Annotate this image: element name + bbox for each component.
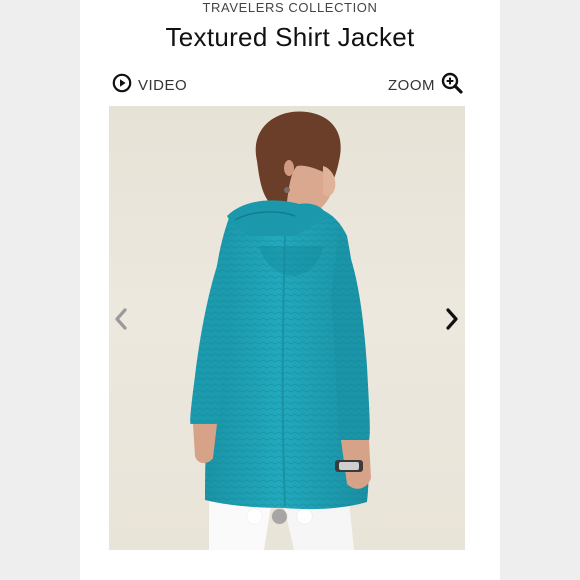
product-image[interactable] bbox=[109, 106, 465, 550]
carousel-dot[interactable] bbox=[247, 509, 262, 524]
carousel-dot-active[interactable] bbox=[272, 509, 287, 524]
previous-image-button[interactable] bbox=[110, 306, 132, 336]
chevron-left-icon bbox=[113, 307, 129, 336]
collection-label: TRAVELERS COLLECTION bbox=[202, 0, 378, 15]
zoom-label: ZOOM bbox=[388, 76, 435, 94]
chevron-right-icon bbox=[444, 307, 460, 336]
carousel-dot[interactable] bbox=[297, 509, 312, 524]
product-card: TRAVELERS COLLECTION Textured Shirt Jack… bbox=[80, 0, 500, 580]
next-image-button[interactable] bbox=[441, 306, 463, 336]
video-label: VIDEO bbox=[138, 76, 188, 94]
zoom-button[interactable]: ZOOM bbox=[388, 72, 463, 98]
left-gutter bbox=[0, 0, 80, 580]
play-circle-icon bbox=[112, 73, 132, 97]
carousel-dots bbox=[247, 509, 312, 524]
zoom-in-icon bbox=[441, 72, 463, 98]
product-title: Textured Shirt Jacket bbox=[165, 22, 415, 52]
right-gutter bbox=[500, 0, 580, 580]
video-button[interactable]: VIDEO bbox=[112, 73, 188, 97]
